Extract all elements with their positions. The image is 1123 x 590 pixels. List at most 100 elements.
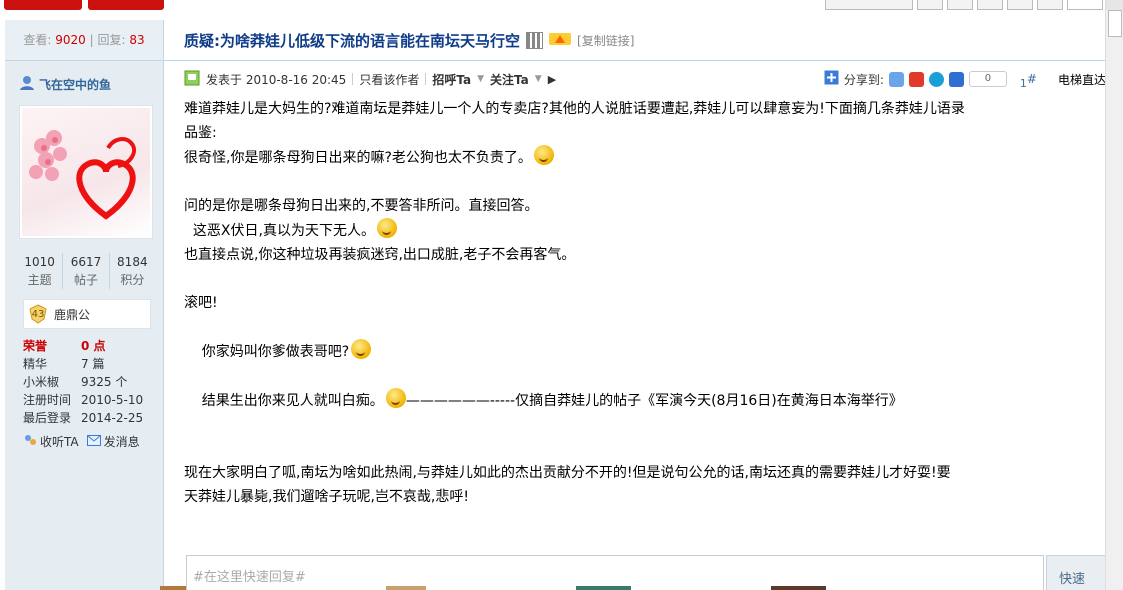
- page-link[interactable]: [917, 0, 943, 10]
- quote-source: 仅摘自莽娃儿的帖子《军演今天(8月16日)在黄海日本海举行》: [515, 393, 903, 409]
- caret-down-icon: ▼: [477, 74, 485, 84]
- smiley-icon: [376, 218, 397, 238]
- views-label: 查看:: [23, 33, 52, 47]
- thumbnail[interactable]: [386, 586, 426, 590]
- weibo-icon[interactable]: [908, 71, 924, 87]
- post-line: 品鉴:: [184, 125, 217, 141]
- post-line: 天莽娃儿暴毙,我们遛啥子玩呢,岂不哀哉,悲呼!: [184, 489, 469, 505]
- post-line: 你家妈叫你爹做表哥吧?: [184, 339, 1106, 364]
- message-label: 发消息: [103, 435, 140, 449]
- thumbnail[interactable]: [576, 586, 631, 590]
- author-name-link[interactable]: 飞在空中的鱼: [39, 76, 111, 93]
- floor-number[interactable]: 1#: [1020, 72, 1037, 90]
- send-message-button[interactable]: 发消息: [86, 433, 140, 450]
- count-points[interactable]: 8184 积分: [108, 253, 155, 289]
- post-line-text: 这恶X伏日,真以为天下无人。: [184, 223, 375, 239]
- thumbnail[interactable]: [160, 586, 186, 590]
- count-posts[interactable]: 6617 帖子: [62, 253, 108, 289]
- smiley-icon: [351, 339, 372, 359]
- author-sidebar: 查看: 9020 | 回复: 83 飞在空中的鱼 1010 主题 6617 帖子…: [5, 20, 164, 590]
- play-arrow-icon[interactable]: ▶: [548, 73, 556, 86]
- tencent-weibo-icon[interactable]: [928, 71, 944, 87]
- post-body: 难道莽娃儿是大妈生的?难道南坛是莽娃儿一个人的专卖店?其他的人说脏话要遭起,莽娃…: [164, 97, 1106, 509]
- post-blank: [184, 364, 1106, 388]
- online-status-icon: [184, 70, 200, 89]
- page-link[interactable]: [1007, 0, 1033, 10]
- count-threads[interactable]: 1010 主题: [17, 253, 62, 289]
- user-counts: 1010 主题 6617 帖子 8184 积分: [17, 253, 155, 289]
- post-line: 难道莽娃儿是大妈生的?难道南坛是莽娃儿一个人的专卖店?其他的人说脏话要遭起,莽娃…: [184, 101, 965, 117]
- meta-divider: [425, 73, 427, 85]
- replies-label: 回复:: [97, 33, 126, 47]
- follow-label: 收听TA: [40, 435, 79, 449]
- replies-count: 83: [129, 33, 145, 47]
- follow-ta-button[interactable]: 关注Ta: [490, 71, 529, 88]
- info-row-last-login: 最后登录 2014-2-25: [23, 409, 163, 427]
- post-line: 滚吧!: [184, 295, 218, 311]
- page-link[interactable]: [977, 0, 1003, 10]
- count-value: 1010: [24, 255, 55, 269]
- qzone-icon[interactable]: [888, 71, 904, 87]
- return-list-button[interactable]: [825, 0, 913, 10]
- post-line: 结果生出你来见人就叫白痴。 ——————-----仅摘自莽娃儿的帖子《军演今天(8…: [184, 388, 1106, 413]
- smiley-icon: [385, 388, 406, 408]
- greet-button[interactable]: 招呼Ta: [432, 71, 471, 88]
- author-info-list: 荣誉 0 点 精华 7 篇 小米椒 9325 个 注册时间 2010-5-10 …: [23, 337, 163, 427]
- info-row-register-date: 注册时间 2010-5-10: [23, 391, 163, 409]
- page-jump-input[interactable]: [1067, 0, 1103, 10]
- info-key: 小米椒: [23, 375, 60, 389]
- copy-link-button[interactable]: [复制链接]: [577, 32, 634, 49]
- follow-user-button[interactable]: 收听TA: [23, 433, 79, 450]
- share-label: 分享到:: [843, 72, 884, 87]
- user-group-badge: 43 鹿鼎公: [23, 299, 151, 329]
- floor-num: 1: [1019, 77, 1027, 90]
- quick-reply-input[interactable]: #在这里快速回复#: [186, 555, 1044, 590]
- thread-stats: 查看: 9020 | 回复: 83: [5, 20, 163, 61]
- renren-icon[interactable]: [948, 71, 964, 87]
- scroll-up-arrow[interactable]: [1106, 0, 1123, 10]
- thread-title-bar: 质疑:为啥莽娃儿低级下流的语言能在南坛天马行空 [复制链接]: [164, 20, 1106, 61]
- info-value: 2014-2-25: [81, 411, 144, 425]
- post-blank: [184, 413, 1106, 437]
- count-label: 主题: [27, 273, 52, 287]
- post-line: 也直接点说,你这种垃圾再装疯迷窍,出口成脏,老子不会再客气。: [184, 247, 576, 263]
- info-key: 最后登录: [23, 411, 72, 425]
- avatar[interactable]: [19, 105, 153, 239]
- qr-code-icon[interactable]: [526, 31, 544, 49]
- bottom-thumbnails: [160, 586, 826, 590]
- smiley-icon: [533, 145, 554, 165]
- share-bar: 分享到: 0 1# 电梯直达: [824, 61, 1106, 97]
- vertical-scrollbar[interactable]: [1105, 0, 1123, 590]
- post-line: 现在大家明白了呱,南坛为啥如此热闹,与莽娃儿如此的杰出贡献分不开的!但是说句公允…: [184, 465, 951, 481]
- thread-title: 质疑:为啥莽娃儿低级下流的语言能在南坛天马行空: [184, 31, 521, 50]
- share-count: 0: [968, 71, 1007, 87]
- quick-reply-button[interactable]: 快速: [1046, 555, 1106, 590]
- info-value: 7 篇: [81, 357, 105, 371]
- floor-hash: #: [1026, 72, 1037, 86]
- info-key: 注册时间: [23, 393, 72, 407]
- top-pagination: [825, 0, 1103, 10]
- only-author-link[interactable]: 只看该作者: [359, 71, 419, 88]
- top-red-button-right[interactable]: [88, 0, 164, 10]
- count-label: 帖子: [73, 273, 98, 287]
- elevator-link[interactable]: 电梯直达: [1058, 71, 1106, 88]
- scroll-thumb[interactable]: [1108, 10, 1122, 37]
- author-name-row: 飞在空中的鱼: [5, 69, 163, 99]
- caret-down-icon: ▼: [534, 74, 542, 84]
- level-number: 43: [31, 308, 45, 320]
- top-red-button-left[interactable]: [4, 0, 82, 10]
- level-badge-icon: 43: [28, 304, 48, 324]
- page-link[interactable]: [947, 0, 973, 10]
- avatar-heart-image: [29, 130, 137, 220]
- info-row-digest: 精华 7 篇: [23, 355, 163, 373]
- post-blank: [184, 315, 1106, 339]
- post-blank: [184, 170, 1106, 194]
- post-time: 发表于 2010-8-16 20:45: [206, 72, 347, 87]
- quote-dash: ——————-----: [405, 393, 516, 409]
- envelope-icon: [86, 434, 101, 449]
- post-line-text: 很奇怪,你是哪条母狗日出来的嘛?老公狗也太不负责了。: [184, 150, 532, 166]
- author-actions: 收听TA 发消息: [23, 433, 163, 450]
- post-line-text: 结果生出你来见人就叫白痴。: [184, 393, 384, 409]
- thumbnail[interactable]: [771, 586, 826, 590]
- page-link[interactable]: [1037, 0, 1063, 10]
